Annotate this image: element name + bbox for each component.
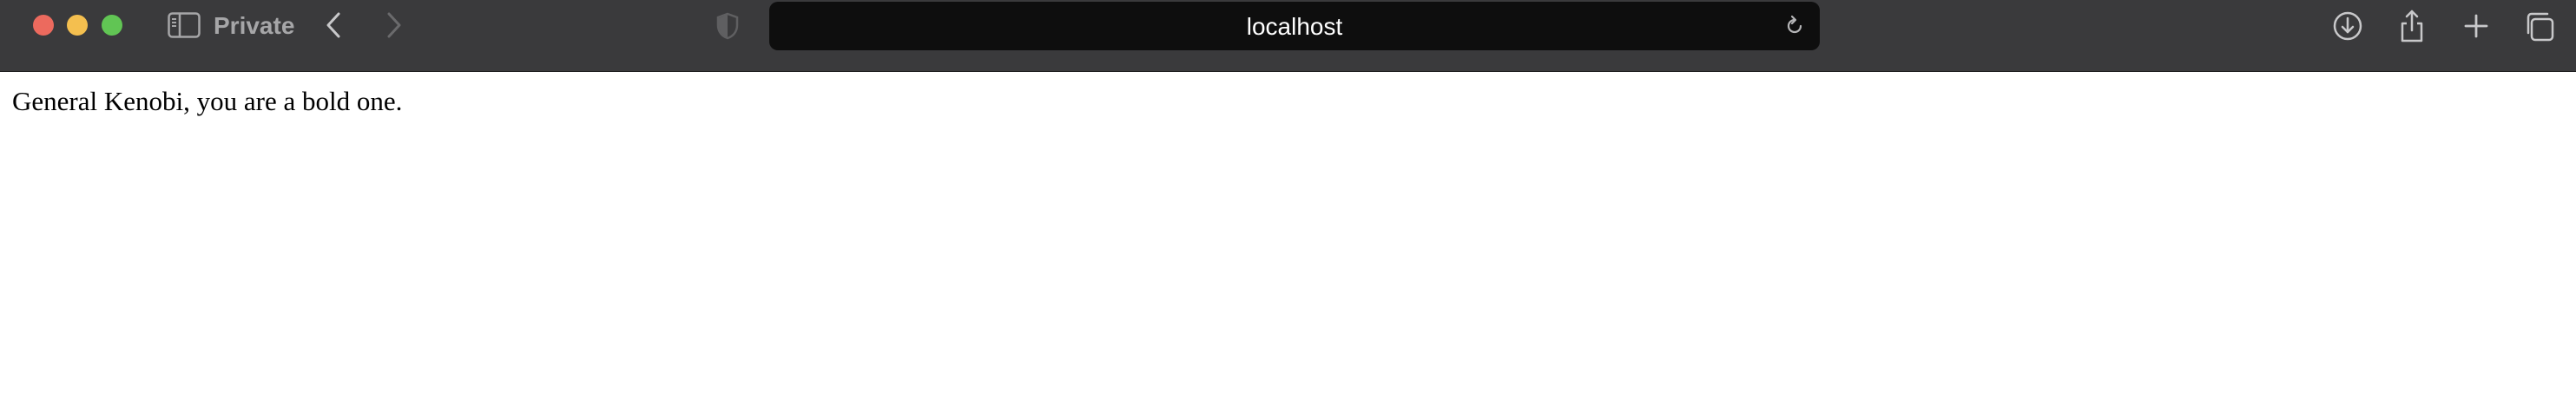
- sidebar-icon[interactable]: [168, 12, 201, 38]
- share-icon[interactable]: [2395, 9, 2429, 43]
- chevron-right-icon[interactable]: [384, 10, 405, 40]
- web-page-content: General Kenobi, you are a bold one.: [0, 73, 2576, 418]
- close-window-button[interactable]: [33, 15, 54, 36]
- private-mode-label: Private: [214, 12, 295, 39]
- shield-icon[interactable]: [715, 12, 740, 40]
- reload-icon[interactable]: [1783, 15, 1806, 37]
- page-body-text: General Kenobi, you are a bold one.: [12, 86, 403, 116]
- maximize-window-button[interactable]: [102, 15, 122, 36]
- address-text[interactable]: localhost: [769, 2, 1820, 50]
- plus-icon[interactable]: [2459, 9, 2494, 43]
- minimize-window-button[interactable]: [67, 15, 88, 36]
- address-bar[interactable]: localhost: [769, 2, 1820, 50]
- chevron-left-icon[interactable]: [323, 10, 344, 40]
- tabs-overview-icon[interactable]: [2523, 9, 2558, 43]
- download-icon[interactable]: [2330, 9, 2365, 43]
- browser-toolbar: Private localhost: [0, 0, 2576, 72]
